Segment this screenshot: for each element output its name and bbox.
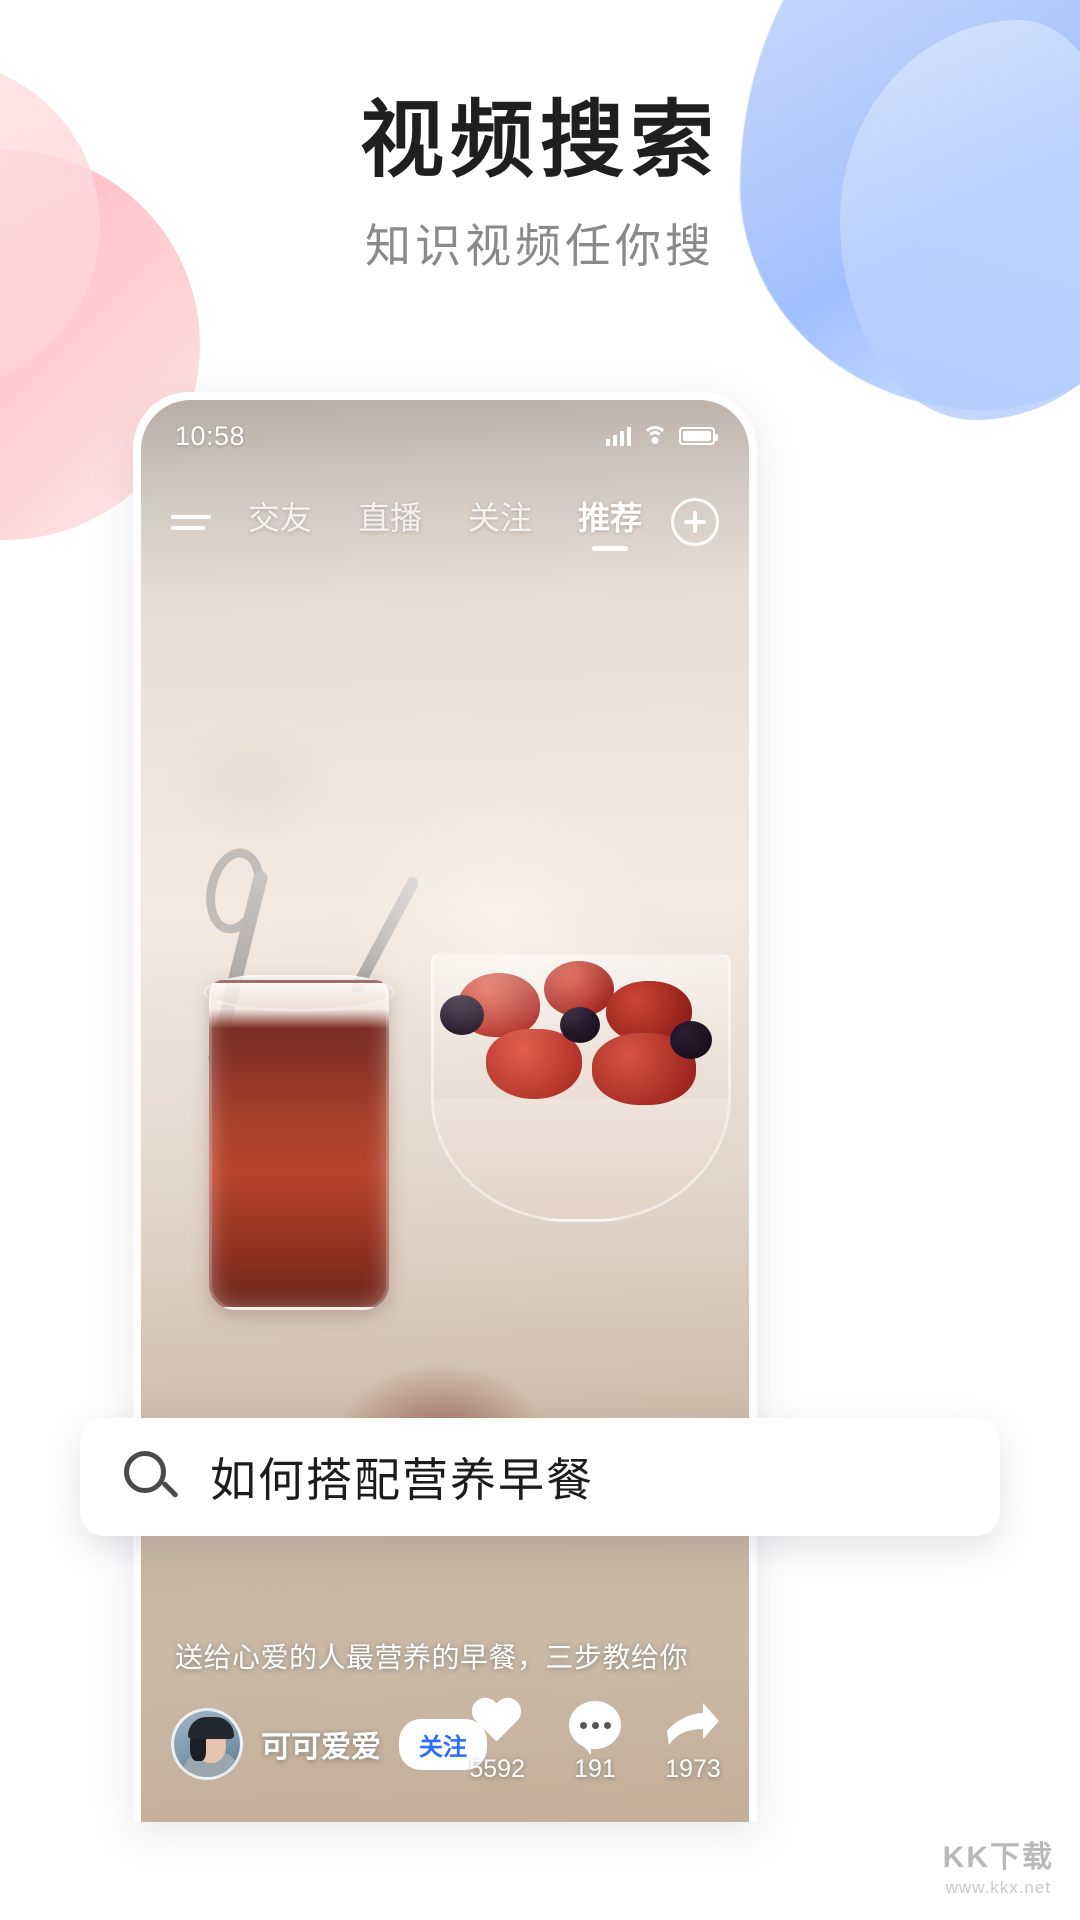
spoon-stem [207, 869, 269, 1067]
strawberry [606, 981, 692, 1043]
share-button[interactable]: 1973 [665, 1701, 721, 1784]
comment-icon [569, 1701, 621, 1755]
video-caption: 送给心爱的人最营养的早餐，三步教给你 [175, 1642, 689, 1673]
heart-icon [470, 1699, 524, 1749]
search-input[interactable]: 如何搭配营养早餐 [210, 1444, 594, 1510]
status-bar-time: 10:58 [175, 420, 246, 451]
tab-guanzhu[interactable]: 关注 [468, 493, 532, 551]
video-action-bar: 5592 191 1973 [469, 1699, 721, 1784]
share-icon [665, 1701, 721, 1749]
watermark: KK下载 www.kkx.net [943, 1832, 1054, 1898]
phone-mockup: 10:58 交友 直播 关注 推荐 送给心爱的人最营养的早餐，三步教给你 可可爱… [133, 392, 757, 1822]
tea-glass [209, 980, 389, 1310]
watermark-url: www.kkx.net [945, 1878, 1052, 1897]
berry-bowl [431, 952, 731, 1222]
glass-rim [203, 972, 395, 1012]
page-header: 视频搜索 知识视频任你搜 [0, 0, 1080, 276]
watermark-title: KK下载 [942, 1841, 1054, 1874]
phone-screen: 10:58 交友 直播 关注 推荐 送给心爱的人最营养的早餐，三步教给你 可可爱… [141, 400, 749, 1822]
like-button[interactable]: 5592 [469, 1699, 525, 1784]
blueberry [560, 1007, 600, 1043]
search-bar[interactable]: 如何搭配营养早餐 [80, 1418, 1000, 1536]
nav-tabs: 交友 直播 关注 推荐 [229, 493, 661, 551]
strawberry [458, 973, 540, 1037]
wifi-icon [642, 426, 668, 446]
page-title: 视频搜索 [359, 93, 720, 187]
top-navigation-bar: 交友 直播 关注 推荐 [141, 482, 749, 562]
bowl-spoon [349, 874, 421, 996]
author-name[interactable]: 可可爱爱 [261, 1722, 381, 1766]
blueberry [440, 995, 484, 1035]
spoon-handle-loop [198, 843, 272, 939]
blueberry [670, 1021, 712, 1059]
search-icon [124, 1451, 179, 1503]
tab-zhibo[interactable]: 直播 [358, 493, 422, 551]
share-count: 1973 [665, 1755, 721, 1783]
avatar-cap [188, 1717, 234, 1739]
signal-bars-icon [606, 426, 631, 446]
like-count: 5592 [469, 1755, 525, 1783]
tab-tuijian[interactable]: 推荐 [578, 493, 642, 551]
strawberry [592, 1033, 696, 1105]
comment-count: 191 [574, 1755, 616, 1783]
hamburger-menu-icon[interactable] [171, 514, 211, 530]
oatmeal [434, 1099, 728, 1219]
status-bar-icons [606, 426, 718, 446]
plus-circle-icon[interactable] [671, 498, 719, 546]
video-photo-background [141, 400, 749, 1822]
battery-icon [679, 427, 718, 445]
comment-button[interactable]: 191 [569, 1701, 621, 1784]
video-author-row: 可可爱爱 关注 [171, 1708, 487, 1780]
tab-jiaoyou[interactable]: 交友 [248, 493, 312, 551]
strawberry [544, 961, 614, 1017]
strawberry [486, 1029, 582, 1099]
page-subtitle: 知识视频任你搜 [365, 220, 715, 273]
avatar[interactable] [171, 1708, 243, 1780]
status-bar: 10:58 [141, 400, 749, 472]
